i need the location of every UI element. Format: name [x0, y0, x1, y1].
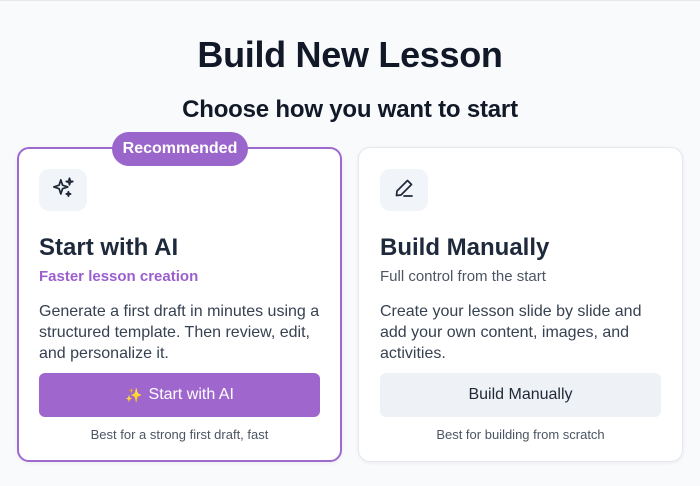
- sparkle-emoji-icon: ✨: [125, 386, 143, 403]
- page-subtitle: Choose how you want to start: [182, 96, 518, 123]
- button-label: Start with AI: [148, 386, 234, 403]
- card-tagline: Full control from the start: [380, 268, 546, 285]
- sparkles-icon-container: [39, 169, 87, 211]
- sparkles-icon: [50, 175, 76, 206]
- build-manually-button[interactable]: Build Manually: [380, 373, 661, 417]
- start-with-ai-card[interactable]: Recommended Start with AI Faster lesson …: [17, 132, 342, 462]
- card-tagline: Faster lesson creation: [39, 268, 199, 285]
- card-footnote: Best for a strong first draft, fast: [90, 427, 269, 442]
- card-title: Start with AI: [39, 234, 179, 261]
- start-with-ai-button[interactable]: ✨ Start with AI: [39, 373, 320, 417]
- card-title: Build Manually: [380, 234, 550, 261]
- recommended-badge: Recommended: [112, 132, 248, 166]
- pencil-icon: [392, 176, 416, 205]
- build-manually-card[interactable]: Build Manually Full control from the sta…: [358, 147, 683, 462]
- top-divider: [0, 0, 700, 1]
- card-footnote: Best for building from scratch: [436, 427, 605, 442]
- pencil-icon-container: [380, 169, 428, 211]
- card-description: Create your lesson slide by slide and ad…: [380, 303, 642, 362]
- button-label: Build Manually: [468, 386, 573, 403]
- card-description: Generate a first draft in minutes using …: [39, 303, 320, 362]
- page-title: Build New Lesson: [197, 34, 503, 75]
